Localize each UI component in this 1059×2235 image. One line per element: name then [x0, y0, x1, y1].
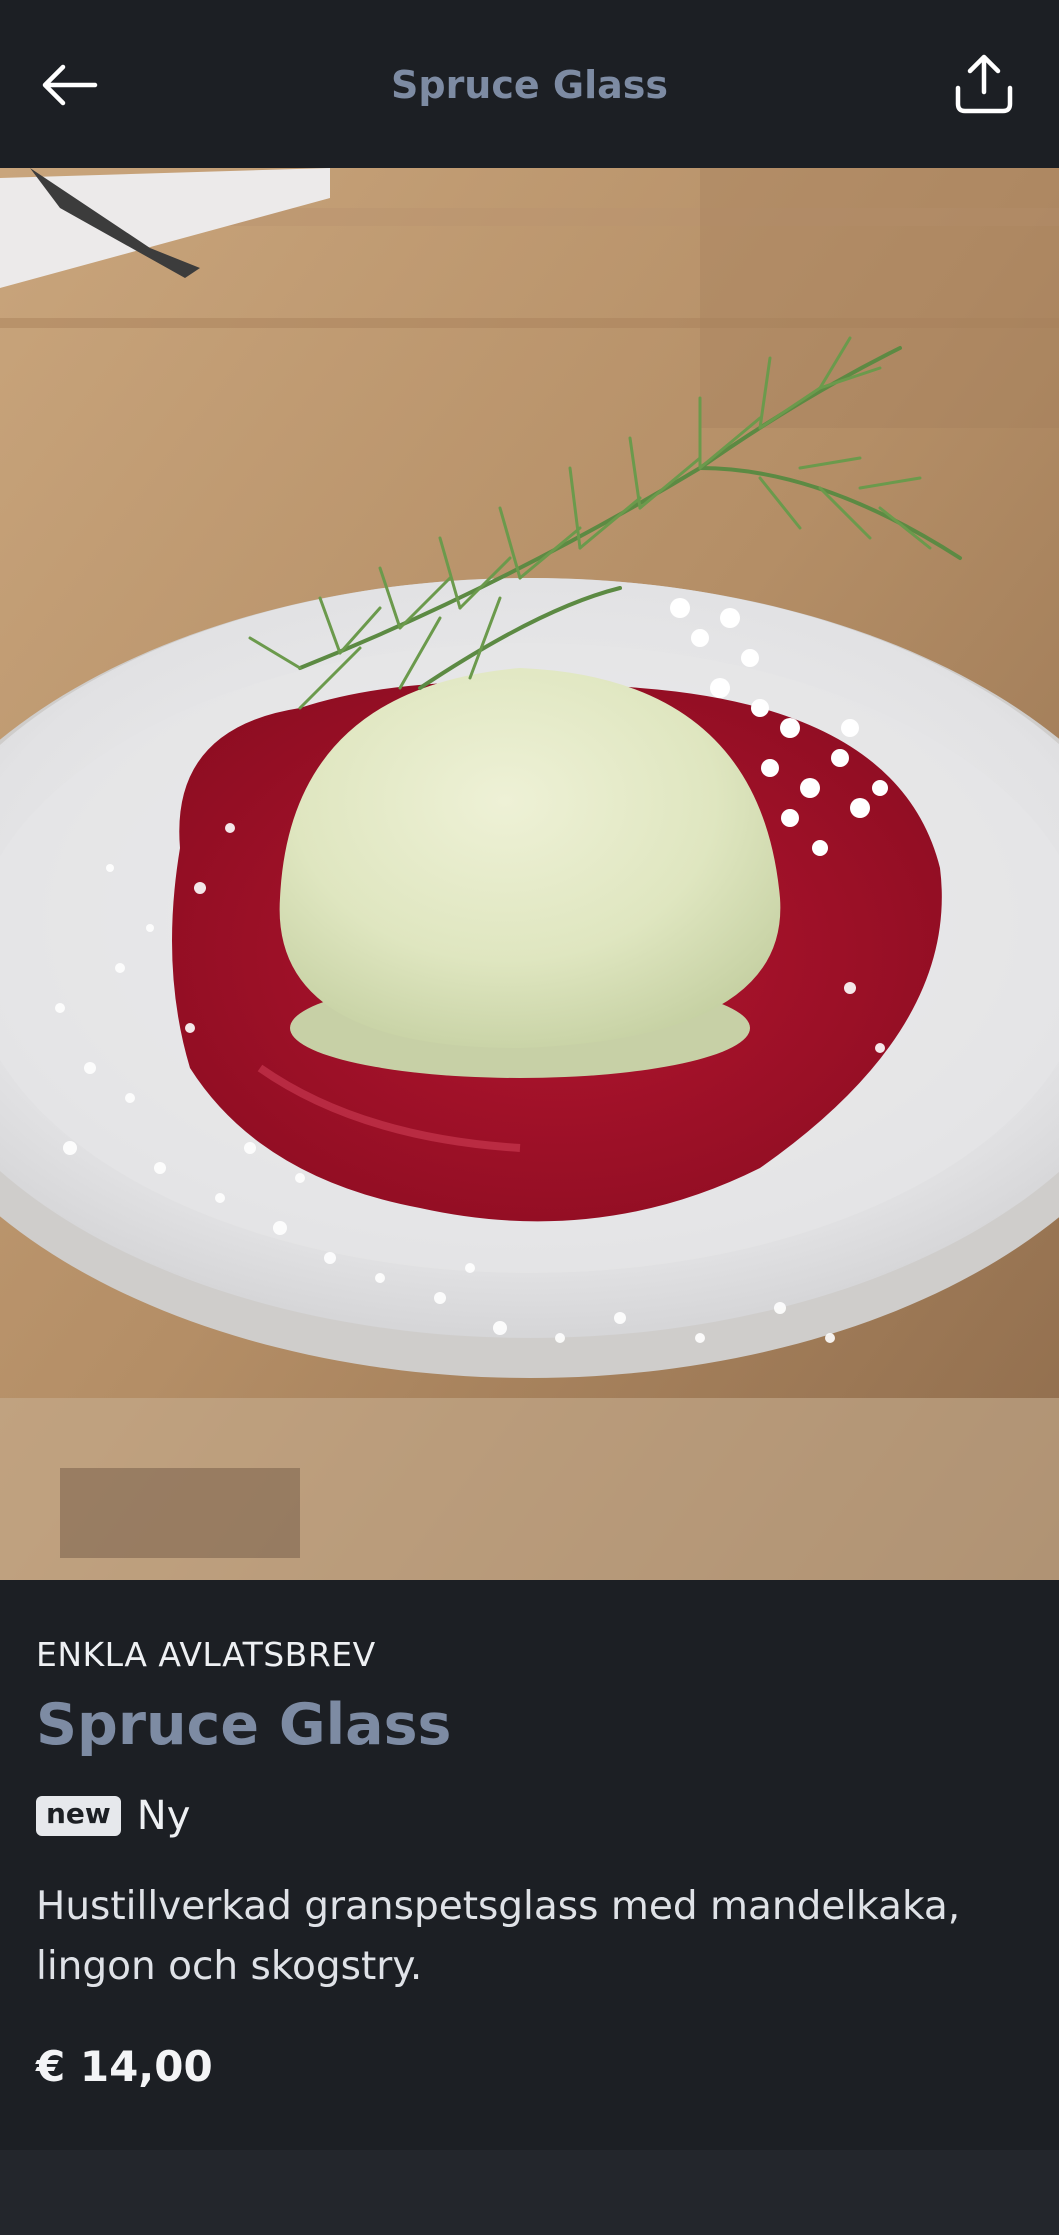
product-price: € 14,00: [36, 2042, 213, 2091]
product-image: [0, 168, 1059, 1580]
category-label: ENKLA AVLATSBREV: [36, 1635, 376, 1674]
dessert-illustration: [0, 168, 1059, 1580]
share-upload-icon: [955, 54, 1013, 114]
product-details: ENKLA AVLATSBREV Spruce Glass new Ny Hus…: [0, 1580, 1059, 2150]
badge-row: new Ny: [36, 1793, 190, 1839]
new-badge: new: [36, 1796, 121, 1836]
bottom-bar: [0, 2150, 1059, 2235]
share-button[interactable]: [948, 48, 1020, 120]
product-title: Spruce Glass: [36, 1692, 452, 1758]
header-title: Spruce Glass: [391, 63, 668, 107]
product-description: Hustillverkad granspetsglass med mandelk…: [36, 1884, 961, 1989]
top-app-bar: Spruce Glass: [0, 0, 1059, 168]
badge-label: Ny: [136, 1793, 191, 1839]
